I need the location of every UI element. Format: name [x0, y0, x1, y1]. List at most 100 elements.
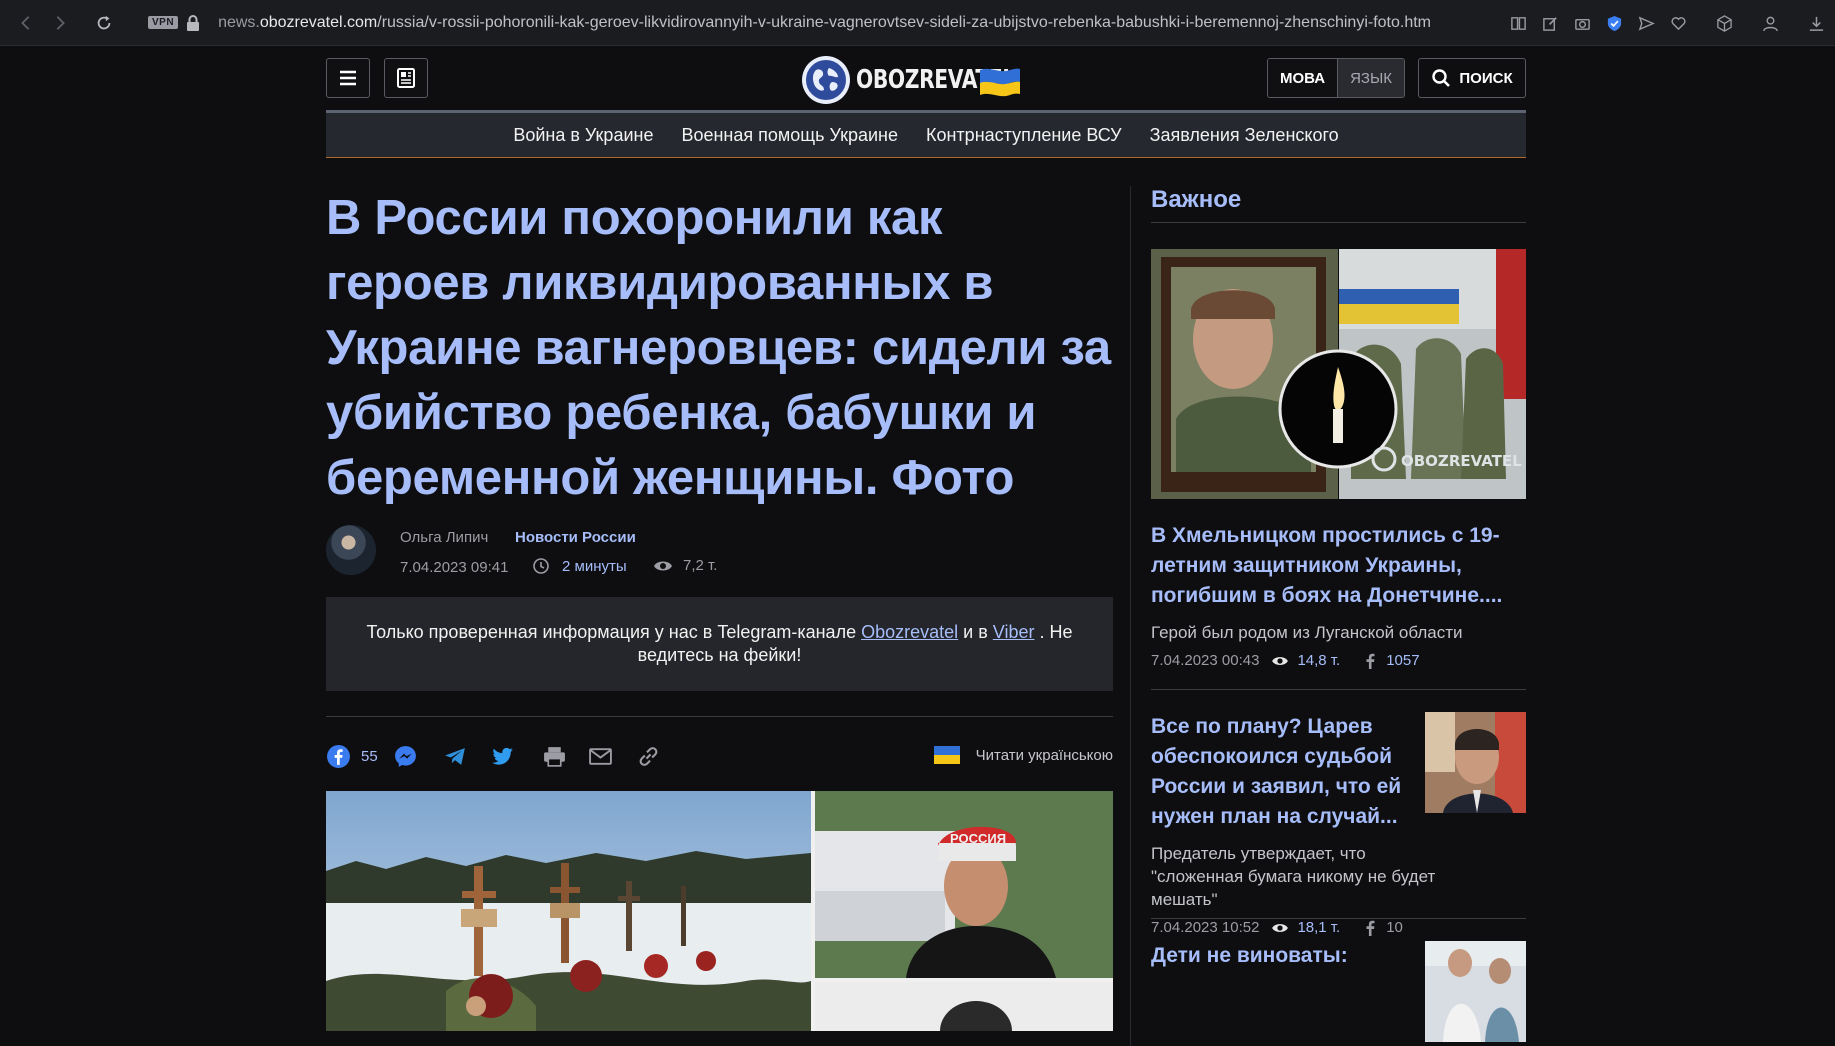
news-fb-count: 1057: [1386, 652, 1420, 669]
news-views: 14,8 т.: [1297, 652, 1341, 669]
messenger-share-button[interactable]: [393, 743, 418, 769]
article-meta: Ольга Липич Новости России 7.04.2023 09:…: [326, 519, 1113, 589]
news-subtitle: Предатель утверждает, что "сложенная бум…: [1151, 844, 1436, 909]
reader-mode-icon[interactable]: [1507, 12, 1529, 34]
menu-button[interactable]: [326, 58, 370, 98]
sidebar: Важное OBOZREVATEL В Хмельницком простил…: [1130, 186, 1526, 1046]
divider: [1151, 689, 1526, 690]
read-time-label: 2 минуты: [562, 557, 627, 575]
promo-text: Только проверенная информация у нас в Te…: [366, 622, 862, 642]
edit-icon[interactable]: [1539, 12, 1561, 34]
read-in-ukrainian-link[interactable]: Читати українською: [933, 746, 1113, 764]
cube-icon[interactable]: [1713, 12, 1735, 34]
eye-icon: [1272, 923, 1289, 932]
url-domain: obozrevatel.com: [259, 13, 378, 31]
hero-shirt-text: РОССИЯ: [950, 831, 1006, 846]
envelope-icon: [589, 747, 612, 765]
send-icon[interactable]: [1635, 12, 1657, 34]
news-subtitle: Герой был родом из Луганской области: [1151, 623, 1463, 642]
read-time: 2 минуты: [532, 557, 627, 575]
back-icon[interactable]: [12, 9, 40, 37]
viber-link[interactable]: Viber: [993, 622, 1035, 642]
news-title[interactable]: В Хмельницком простились с 19-летним защ…: [1151, 521, 1526, 611]
eye-icon: [654, 561, 672, 570]
facebook-icon: [1366, 653, 1375, 669]
sidebar-news-item[interactable]: Дети не виноваты:: [1151, 941, 1526, 1042]
search-icon: [1432, 69, 1451, 87]
url-prefix: news.: [218, 13, 260, 31]
article-hero-image[interactable]: РОССИЯ: [326, 791, 1113, 1031]
sidebar-feature-image[interactable]: OBOZREVATEL: [1151, 249, 1526, 499]
sidebar-heading: Важное: [1151, 186, 1526, 223]
email-share-button[interactable]: [588, 743, 613, 769]
shield-icon[interactable]: [1603, 12, 1625, 34]
lang-russian-button[interactable]: ЯЗЫК: [1337, 59, 1405, 97]
ukraine-flag-icon: [933, 746, 960, 764]
publish-date: 7.04.2023 09:41: [400, 559, 509, 576]
news-date: 7.04.2023 00:43: [1151, 652, 1260, 669]
hamburger-icon: [340, 70, 356, 86]
avatar[interactable]: [326, 525, 376, 575]
lock-icon[interactable]: [186, 14, 200, 31]
browser-toolbar: VPN news.obozrevatel.com/russia/v-rossii…: [0, 0, 1835, 46]
link-icon: [639, 746, 658, 766]
search-label: ПОИСК: [1459, 69, 1513, 87]
news-thumbnail[interactable]: [1425, 941, 1526, 1042]
promo-text: и в: [958, 622, 993, 642]
lang-ukrainian-button[interactable]: МОВА: [1268, 59, 1338, 97]
language-switcher: МОВА ЯЗЫК: [1267, 58, 1406, 98]
sidebar-news-item[interactable]: В Хмельницком простились с 19-летним защ…: [1151, 521, 1526, 669]
messenger-icon: [395, 745, 416, 767]
topic-link-counteroffensive[interactable]: Контрнаступление ВСУ: [926, 125, 1122, 146]
category-link[interactable]: Новости России: [515, 529, 636, 546]
news-views: 18,1 т.: [1297, 919, 1341, 936]
address-bar[interactable]: news.obozrevatel.com/russia/v-rossii-poh…: [218, 14, 1431, 32]
facebook-icon: [327, 744, 350, 768]
article-title: В России похоронили как героев ликвидиро…: [326, 191, 1111, 505]
article: В России похоронили как героев ликвидиро…: [326, 186, 1113, 1031]
image-watermark: OBOZREVATEL: [1401, 452, 1522, 470]
sidebar-news-item[interactable]: Все по плану? Царев обеспокоился судьбой…: [1151, 712, 1526, 936]
site-header: OBOZREVATEL МОВА ЯЗЫК ПОИСК: [326, 56, 1526, 106]
globe-icon: [802, 56, 850, 104]
download-icon[interactable]: [1805, 12, 1827, 34]
print-button[interactable]: [542, 743, 567, 769]
eye-icon: [1272, 656, 1289, 665]
heart-icon[interactable]: [1667, 12, 1689, 34]
telegram-share-button[interactable]: [443, 743, 468, 769]
topic-link-war[interactable]: Война в Украине: [513, 125, 653, 146]
search-button[interactable]: ПОИСК: [1418, 58, 1526, 98]
camera-icon[interactable]: [1571, 12, 1593, 34]
news-title[interactable]: Все по плану? Царев обеспокоился судьбой…: [1151, 712, 1411, 832]
site-logo[interactable]: OBOZREVATEL: [802, 56, 1060, 104]
share-bar: 55 Читати українською: [326, 717, 1113, 791]
news-meta: 7.04.2023 00:43 14,8 т. 1057: [1151, 652, 1526, 669]
vpn-badge[interactable]: VPN: [148, 16, 179, 29]
clock-icon: [533, 558, 549, 574]
facebook-share-count: 55: [361, 747, 378, 765]
facebook-share-button[interactable]: 55: [326, 743, 378, 769]
news-title[interactable]: Дети не виноваты:: [1151, 941, 1411, 971]
printer-icon: [544, 746, 565, 767]
news-date: 7.04.2023 10:52: [1151, 919, 1260, 936]
facebook-icon: [1366, 920, 1375, 936]
profile-icon[interactable]: [1759, 12, 1781, 34]
views-count: 7,2 т.: [653, 557, 717, 574]
twitter-share-button[interactable]: [490, 743, 515, 769]
news-meta: 7.04.2023 10:52 18,1 т. 10: [1151, 919, 1526, 936]
reload-icon[interactable]: [90, 9, 118, 37]
telegram-promo: Только проверенная информация у нас в Te…: [326, 597, 1113, 691]
news-fb-count: 10: [1386, 919, 1403, 936]
news-thumbnail[interactable]: [1425, 712, 1526, 813]
ukraine-flag-icon: [980, 68, 1020, 97]
news-feed-button[interactable]: [384, 58, 428, 98]
telegram-icon: [445, 747, 465, 765]
author-name[interactable]: Ольга Липич: [400, 529, 488, 546]
topic-link-military-aid[interactable]: Военная помощь Украине: [681, 125, 898, 146]
forward-icon[interactable]: [46, 9, 74, 37]
topic-link-zelensky[interactable]: Заявления Зеленского: [1150, 125, 1339, 146]
copy-link-button[interactable]: [636, 743, 661, 769]
views-label: 7,2 т.: [683, 557, 718, 574]
read-ukr-label: Читати українською: [975, 746, 1113, 764]
telegram-link[interactable]: Obozrevatel: [861, 622, 958, 642]
